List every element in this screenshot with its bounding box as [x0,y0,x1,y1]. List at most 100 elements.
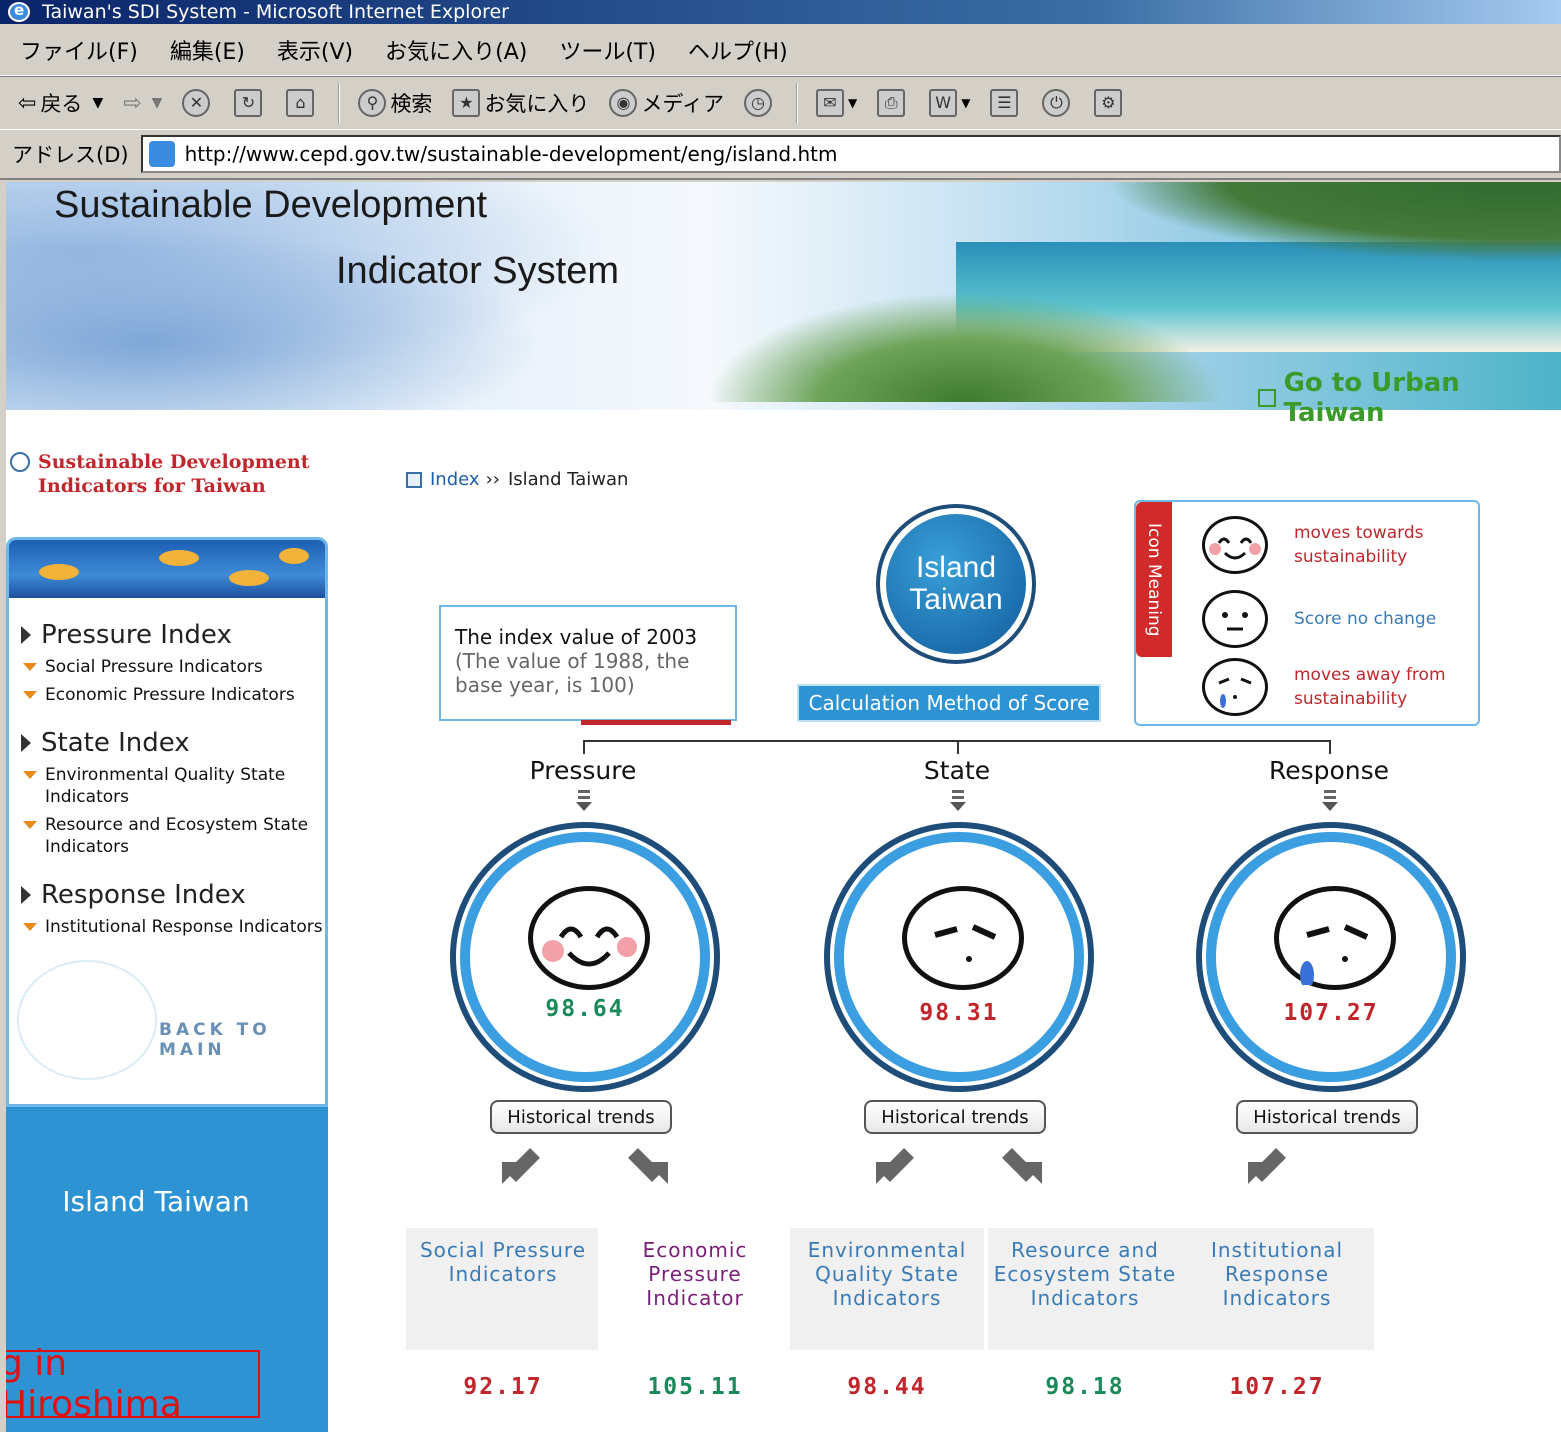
urban-taiwan-link[interactable]: Go to Urban Taiwan [1258,368,1561,428]
menu-help[interactable]: ヘルプ(H) [688,34,788,66]
column-head-pressure: Pressure [529,756,637,785]
favorites-button[interactable]: ★ お気に入り [452,88,589,118]
legend-row-away: moves away from sustainability [1202,658,1474,716]
dropdown-arrow-icon: ▼ [847,96,858,110]
back-to-main-link[interactable]: BACK TO MAIN [159,1020,325,1060]
badge-line2: Taiwan [909,583,1003,616]
nav-social-pressure[interactable]: Social Pressure Indicators [23,656,325,678]
media-button[interactable]: ◉ メディア [609,88,724,118]
overlay-caption-box: g in Hiroshima [6,1343,260,1425]
menu-tools[interactable]: ツール(T) [559,34,656,66]
down-arrow-icon [949,790,967,812]
print-button[interactable]: ⎙ [877,89,909,117]
toolbar: ⇦ 戻る ▼ ⇨ ▼ ✕ ↻ ⌂ ⚲ 検索 ★ お気に入り ◉ メディア ◷ ✉ ▼ ⎙ W ▼… [0,76,1561,130]
sad-face-icon [1202,658,1268,716]
happy-face-icon [528,886,650,990]
swirl-graphic [17,960,157,1080]
sub-indicator-value: 105.11 [647,1374,743,1400]
sub-indicator-economic-pressure[interactable]: Economic Pressure Indicator [598,1228,792,1350]
back-button[interactable]: ⇦ 戻る ▼ [18,88,103,118]
state-score-ring: 98.31 [824,822,1094,1092]
menu-bar: ファイル(F) 編集(E) 表示(V) お気に入り(A) ツール(T) ヘルプ(… [0,24,1561,76]
address-input[interactable]: http://www.cepd.gov.tw/sustainable-devel… [140,135,1561,173]
search-icon: ⚲ [358,89,387,117]
historical-trends-response-button[interactable]: Historical trends [1236,1100,1418,1134]
response-score: 107.27 [1283,1000,1379,1026]
media-icon: ◉ [609,89,638,117]
breadcrumb: Index ›› Island Taiwan [406,469,628,490]
home-button[interactable]: ⌂ [286,89,318,117]
search-button[interactable]: ⚲ 検索 [358,88,432,118]
menu-view[interactable]: 表示(V) [277,34,353,66]
menu-favorites[interactable]: お気に入り(A) [385,34,527,66]
sub-indicator-resource-ecosystem[interactable]: Resource and Ecosystem State Indicators [988,1228,1182,1350]
sidebar-heading: Sustainable Development Indicators for T… [10,450,340,498]
index-value-note: The index value of 2003 (The value of 19… [439,605,737,725]
tree-branch [1329,740,1331,754]
window-title: Taiwan's SDI System - Microsoft Internet… [42,1,509,23]
home-icon: ⌂ [286,89,315,117]
favorites-icon: ★ [452,89,481,117]
island-taiwan-badge: Island Taiwan [876,504,1036,664]
discuss-icon: ☰ [990,89,1019,117]
nav-response-index[interactable]: Response Index [21,880,325,910]
address-url: http://www.cepd.gov.tw/sustainable-devel… [184,142,838,166]
address-bar: アドレス(D) http://www.cepd.gov.tw/sustainab… [0,130,1561,180]
down-right-arrow-icon [624,1142,668,1186]
site-title-line1: Sustainable Development [54,184,488,226]
sub-indicator-institutional-response[interactable]: Institutional Response Indicators [1180,1228,1374,1350]
history-icon: ◷ [743,89,772,117]
historical-trends-state-button[interactable]: Historical trends [864,1100,1046,1134]
back-arrow-icon: ⇦ [18,90,37,116]
legend-row-no-change: Score no change [1202,590,1474,648]
page-icon [148,141,175,167]
dropdown-arrow-icon: ▼ [961,96,971,110]
print-icon: ⎙ [877,89,906,117]
sub-indicator-social-pressure[interactable]: Social Pressure Indicators [406,1228,600,1350]
nav-institutional-response[interactable]: Institutional Response Indicators [23,916,325,938]
messenger-button[interactable]: ⏻ [1042,89,1074,117]
fish-image [9,540,325,598]
web-page: Sustainable Development Indicator System… [6,182,1561,1432]
sidebar-island-label: Island Taiwan [62,1185,250,1218]
down-right-arrow-icon [998,1142,1042,1186]
header-banner: Sustainable Development Indicator System… [6,182,1561,428]
refresh-icon: ↻ [234,89,263,117]
refresh-button[interactable]: ↻ [234,89,266,117]
discuss-button[interactable]: ☰ [990,89,1022,117]
nav-economic-pressure[interactable]: Economic Pressure Indicators [23,684,325,706]
tools-button[interactable]: ⚙ [1094,89,1126,117]
forward-button[interactable]: ⇨ ▼ [123,91,162,116]
title-bar: Taiwan's SDI System - Microsoft Internet… [0,0,1561,24]
pressure-score-ring: 98.64 [450,822,720,1092]
browser-window: Taiwan's SDI System - Microsoft Internet… [0,0,1561,1432]
calculation-method-button[interactable]: Calculation Method of Score [797,684,1101,722]
down-left-arrow-icon [1248,1142,1292,1186]
menu-edit[interactable]: 編集(E) [170,34,245,66]
sub-indicator-environmental-quality[interactable]: Environmental Quality State Indicators [790,1228,984,1350]
edit-button[interactable]: W ▼ [929,89,970,117]
index-note-line2: (The value of 1988, the base year, is 10… [455,649,690,697]
breadcrumb-index-link[interactable]: Index [430,469,480,490]
menu-file[interactable]: ファイル(F) [20,34,138,66]
arrow-icon [1258,389,1276,407]
response-score-ring: 107.27 [1196,822,1466,1092]
down-left-arrow-icon [502,1142,546,1186]
badge-line1: Island [915,551,997,584]
fish-icon [159,550,199,566]
historical-trends-pressure-button[interactable]: Historical trends [490,1100,672,1134]
hill-graphic [1106,182,1561,262]
nav-resource-ecosystem[interactable]: Resource and Ecosystem State Indicators [23,814,325,858]
pressure-score: 98.64 [545,996,625,1022]
stop-button[interactable]: ✕ [182,89,214,117]
forward-arrow-icon: ⇨ [123,90,142,116]
nav-state-index[interactable]: State Index [21,728,325,758]
legend-text-towards: moves towards sustainability [1294,523,1424,567]
nav-pressure-index[interactable]: Pressure Index [21,620,325,650]
legend-text-no-change: Score no change [1294,609,1437,629]
history-button[interactable]: ◷ [743,89,776,117]
down-arrow-icon [575,790,593,812]
nav-environmental-quality[interactable]: Environmental Quality State Indicators [23,764,325,808]
mail-button[interactable]: ✉ ▼ [815,89,858,117]
state-score: 98.31 [919,1000,999,1026]
